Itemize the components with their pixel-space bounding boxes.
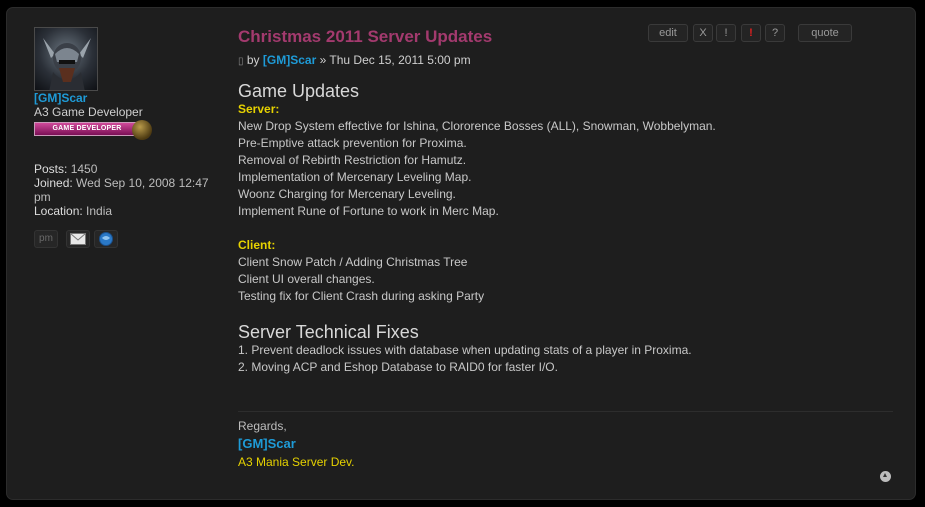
profile-rank-title: A3 Game Developer — [34, 105, 143, 119]
server-item: Implementation of Mercenary Leveling Map… — [238, 170, 472, 184]
server-item: Removal of Rebirth Restriction for Hamut… — [238, 153, 467, 167]
client-item: Client UI overall changes. — [238, 272, 375, 286]
post-meta: ▯ by [GM]Scar » Thu Dec 15, 2011 5:00 pm — [238, 53, 471, 67]
website-button[interactable] — [94, 230, 118, 248]
email-icon — [70, 233, 86, 245]
signature: Regards, [GM]Scar A3 Mania Server Dev. — [238, 417, 355, 471]
profile-posts: Posts: 1450 — [34, 162, 219, 176]
fixes-heading: Server Technical Fixes — [238, 322, 419, 342]
location-label: Location: — [34, 204, 83, 218]
server-item: New Drop System effective for Ishina, Cl… — [238, 119, 716, 133]
fixes-item: 2. Moving ACP and Eshop Database to RAID… — [238, 360, 558, 374]
post-content: Game Updates Server: New Drop System eff… — [238, 81, 888, 376]
rank-badge: GAME DEVELOPER — [34, 120, 154, 140]
info-button[interactable]: ! — [716, 24, 736, 42]
profile-joined: Joined: Wed Sep 10, 2008 12:47 pm — [34, 176, 219, 204]
fixes-item: 1. Prevent deadlock issues with database… — [238, 343, 692, 357]
signature-name: [GM]Scar — [238, 436, 296, 451]
signature-role: A3 Mania Server Dev. — [238, 455, 355, 469]
post-author[interactable]: [GM]Scar — [263, 53, 316, 67]
rank-avatar-icon — [132, 120, 152, 140]
forum-post: [GM]Scar A3 Game Developer GAME DEVELOPE… — [6, 7, 916, 500]
meta-separator: » — [319, 53, 327, 67]
client-item: Testing fix for Client Crash during aski… — [238, 289, 485, 303]
edit-button[interactable]: edit — [648, 24, 688, 42]
game-updates-heading: Game Updates — [238, 81, 360, 101]
joined-label: Joined: — [34, 176, 73, 190]
server-item: Woonz Charging for Mercenary Leveling. — [238, 187, 456, 201]
website-icon — [99, 232, 113, 246]
delete-button[interactable]: X — [693, 24, 713, 42]
avatar-helmet-image — [43, 38, 91, 90]
profile-details: Posts: 1450 Joined: Wed Sep 10, 2008 12:… — [34, 162, 219, 218]
warn-button[interactable]: ? — [765, 24, 785, 42]
profile-location: Location: India — [34, 204, 219, 218]
profile-username[interactable]: [GM]Scar — [34, 91, 87, 105]
pm-button[interactable]: pm — [34, 230, 58, 248]
posts-label: Posts: — [34, 162, 68, 176]
post-title[interactable]: Christmas 2011 Server Updates — [238, 27, 492, 47]
server-item: Pre-Emptive attack prevention for Proxim… — [238, 136, 467, 150]
server-label: Server: — [238, 102, 280, 116]
posts-value[interactable]: 1450 — [71, 162, 98, 176]
avatar[interactable] — [34, 27, 98, 91]
location-value: India — [86, 204, 113, 218]
signature-regards: Regards, — [238, 419, 287, 433]
server-item: Implement Rune of Fortune to work in Mer… — [238, 204, 499, 218]
back-to-top-icon[interactable] — [880, 471, 891, 482]
email-button[interactable] — [66, 230, 90, 248]
client-label: Client: — [238, 238, 276, 252]
client-item: Client Snow Patch / Adding Christmas Tre… — [238, 255, 468, 269]
post-date: Thu Dec 15, 2011 5:00 pm — [329, 53, 471, 67]
signature-divider — [238, 411, 893, 412]
post-by-label: by — [246, 53, 260, 67]
quote-button[interactable]: quote — [798, 24, 852, 42]
post-document-icon[interactable]: ▯ — [238, 56, 244, 67]
rank-badge-label: GAME DEVELOPER — [34, 122, 140, 136]
report-button[interactable]: ! — [741, 24, 761, 42]
